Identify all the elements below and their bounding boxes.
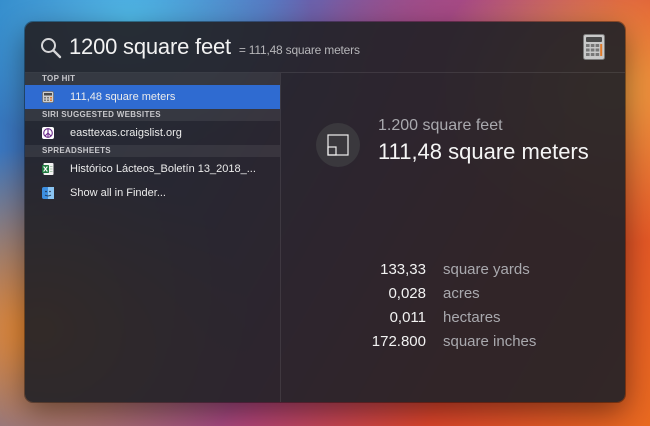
results-list: TOP HIT 111,48 square meters SIRI SUGGES…	[25, 73, 281, 402]
conversion-source: 1.200 square feet	[378, 117, 503, 134]
result-top-hit[interactable]: 111,48 square meters	[25, 85, 280, 109]
area-icon	[316, 123, 360, 167]
conversion-row: 133,33 square yards	[281, 259, 625, 283]
conversion-list: 133,33 square yards 0,028 acres 0,011 he…	[281, 259, 625, 355]
section-siri-websites: SIRI SUGGESTED WEBSITES	[25, 109, 280, 121]
section-spreadsheets: SPREADSHEETS	[25, 145, 280, 157]
search-input[interactable]: 1200 square feet = 111,48 square meters	[69, 34, 360, 60]
conversion-value: 0,011	[389, 309, 426, 326]
result-website[interactable]: easttexas.craigslist.org	[25, 121, 280, 145]
calculator-icon	[42, 91, 54, 103]
result-spreadsheet[interactable]: Histórico Lácteos_Boletín 13_2018_...	[25, 157, 280, 181]
show-all-in-finder[interactable]: Show all in Finder...	[25, 181, 280, 205]
search-query-text: 1200 square feet	[69, 34, 231, 59]
result-label: 111,48 square meters	[70, 91, 176, 103]
search-icon	[41, 38, 62, 59]
finder-icon	[42, 187, 54, 199]
search-bar[interactable]: 1200 square feet = 111,48 square meters	[25, 22, 625, 73]
conversion-unit: square inches	[443, 333, 537, 350]
conversion-value: 172.800	[371, 333, 426, 350]
conversion-unit: square yards	[443, 261, 530, 278]
conversion-unit: acres	[443, 285, 480, 302]
conversion-row: 172.800 square inches	[281, 331, 625, 355]
preview-pane: 1.200 square feet 111,48 square meters 1…	[281, 73, 625, 402]
conversion-unit: hectares	[443, 309, 501, 326]
section-top-hit: TOP HIT	[25, 73, 280, 85]
result-label: Show all in Finder...	[70, 187, 166, 199]
spotlight-window: 1200 square feet = 111,48 square meters …	[25, 22, 625, 402]
peace-icon	[42, 127, 54, 139]
conversion-value: 0,028	[388, 285, 426, 302]
excel-icon	[42, 163, 54, 175]
result-label: Histórico Lácteos_Boletín 13_2018_...	[70, 163, 256, 175]
result-label: easttexas.craigslist.org	[70, 127, 182, 139]
conversion-result: 111,48 square meters	[378, 139, 589, 164]
conversion-row: 0,028 acres	[281, 283, 625, 307]
conversion-row: 0,011 hectares	[281, 307, 625, 331]
calculator-icon	[583, 34, 605, 60]
conversion-value: 133,33	[380, 261, 426, 278]
inline-result: = 111,48 square meters	[238, 43, 360, 57]
